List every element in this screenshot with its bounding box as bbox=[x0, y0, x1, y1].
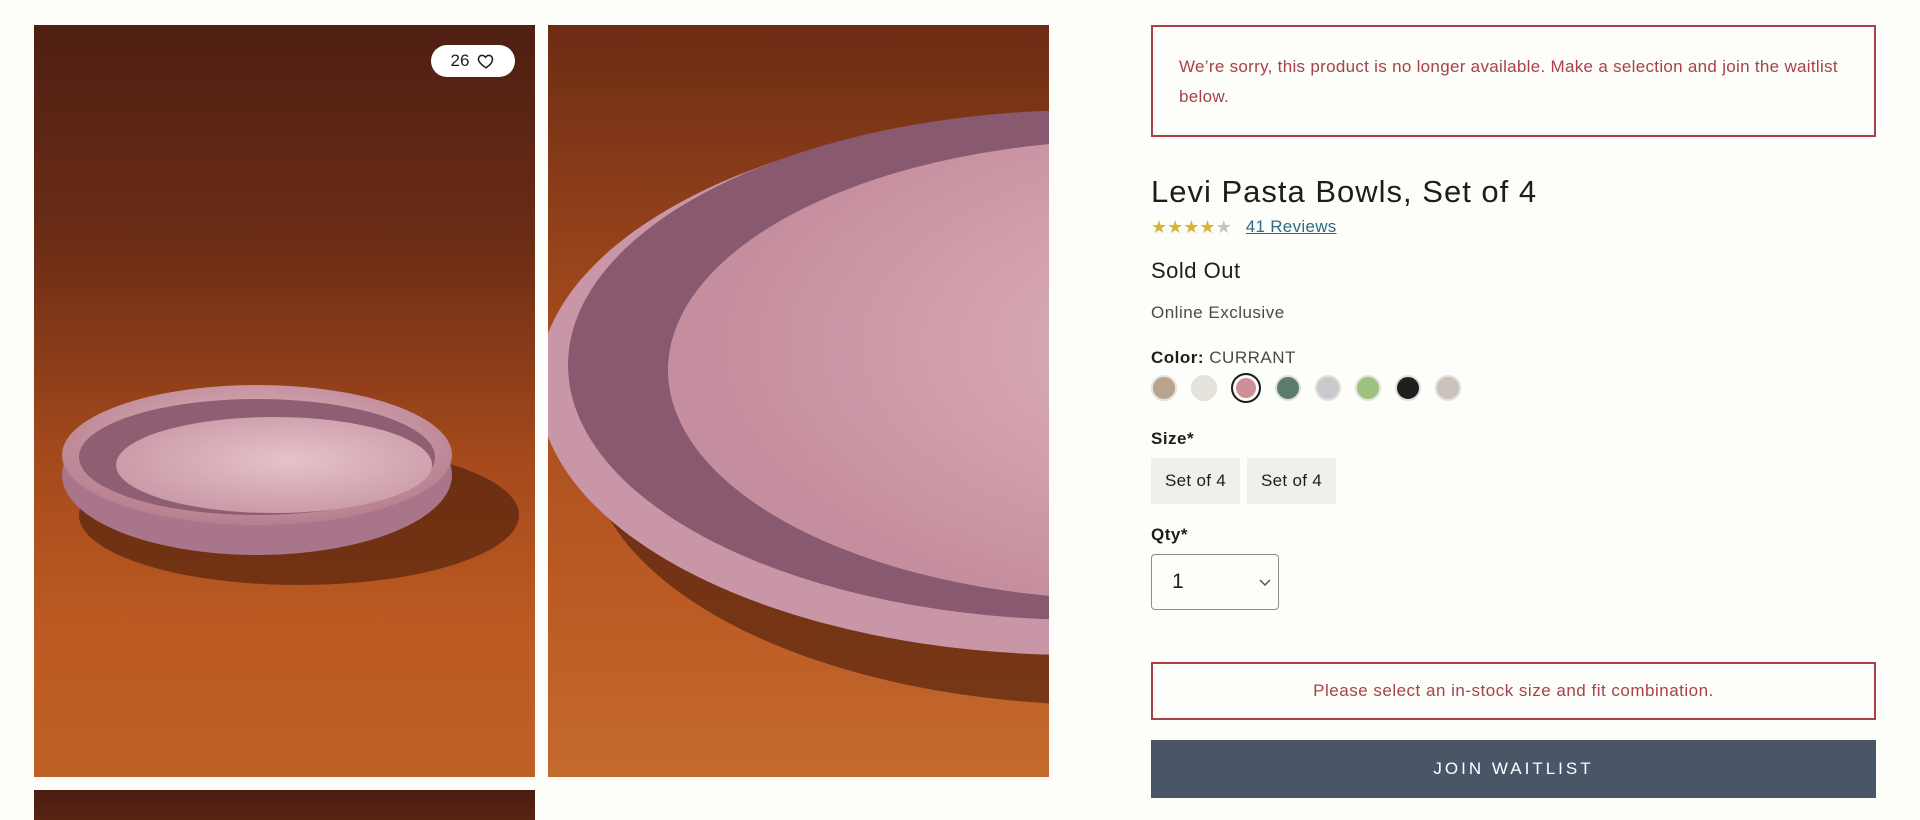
color-value: CURRANT bbox=[1209, 348, 1296, 367]
product-title: Levi Pasta Bowls, Set of 4 bbox=[1151, 174, 1538, 209]
stock-status: Sold Out bbox=[1151, 258, 1241, 283]
bowl-closeup-photo bbox=[548, 110, 1049, 704]
color-label: Color: bbox=[1151, 348, 1205, 367]
qty-value: 1 bbox=[1172, 570, 1184, 593]
unavailable-alert: We’re sorry, this product is no longer a… bbox=[1151, 25, 1876, 137]
product-image-3[interactable] bbox=[34, 790, 535, 820]
product-image-1[interactable]: 26 bbox=[34, 25, 535, 777]
favorite-button[interactable]: 26 bbox=[431, 45, 515, 77]
reviews-link[interactable]: 41 Reviews bbox=[1246, 217, 1337, 237]
star-rating: ★ ★ ★ ★ ★ bbox=[1151, 217, 1232, 237]
star-icon: ★ bbox=[1183, 217, 1200, 237]
qty-label: Qty* bbox=[1151, 525, 1188, 544]
bowl-small-photo bbox=[62, 385, 519, 585]
product-image-2[interactable] bbox=[548, 25, 1049, 777]
size-option[interactable]: Set of 4 bbox=[1151, 458, 1240, 504]
size-label: Size* bbox=[1151, 429, 1195, 448]
size-options: Set of 4 Set of 4 bbox=[1151, 458, 1336, 504]
star-icon: ★ bbox=[1215, 217, 1232, 237]
color-swatch[interactable] bbox=[1395, 375, 1421, 401]
color-swatch-selected[interactable] bbox=[1231, 373, 1261, 403]
star-icon: ★ bbox=[1151, 217, 1168, 237]
color-swatch[interactable] bbox=[1275, 375, 1301, 401]
qty-select[interactable]: 1 bbox=[1151, 554, 1279, 610]
size-fit-alert: Please select an in-stock size and fit c… bbox=[1151, 662, 1876, 720]
chevron-down-icon bbox=[1259, 579, 1271, 587]
star-icon: ★ bbox=[1167, 217, 1184, 237]
color-swatch[interactable] bbox=[1191, 375, 1217, 401]
join-waitlist-button[interactable]: JOIN WAITLIST bbox=[1151, 740, 1876, 798]
color-swatch[interactable] bbox=[1435, 375, 1461, 401]
color-swatch[interactable] bbox=[1315, 375, 1341, 401]
star-icon: ★ bbox=[1199, 217, 1216, 237]
favorite-count: 26 bbox=[450, 51, 470, 70]
online-exclusive-badge: Online Exclusive bbox=[1151, 303, 1285, 322]
color-selection: Color: CURRANT bbox=[1151, 348, 1296, 368]
size-option[interactable]: Set of 4 bbox=[1247, 458, 1336, 504]
heart-icon bbox=[478, 54, 494, 69]
rating: ★ ★ ★ ★ ★ 41 Reviews bbox=[1151, 217, 1337, 237]
color-swatch[interactable] bbox=[1355, 375, 1381, 401]
color-swatch[interactable] bbox=[1151, 375, 1177, 401]
unavailable-alert-text: We’re sorry, this product is no longer a… bbox=[1179, 57, 1838, 106]
size-fit-alert-text: Please select an in-stock size and fit c… bbox=[1313, 681, 1714, 700]
color-swatches bbox=[1151, 373, 1461, 403]
